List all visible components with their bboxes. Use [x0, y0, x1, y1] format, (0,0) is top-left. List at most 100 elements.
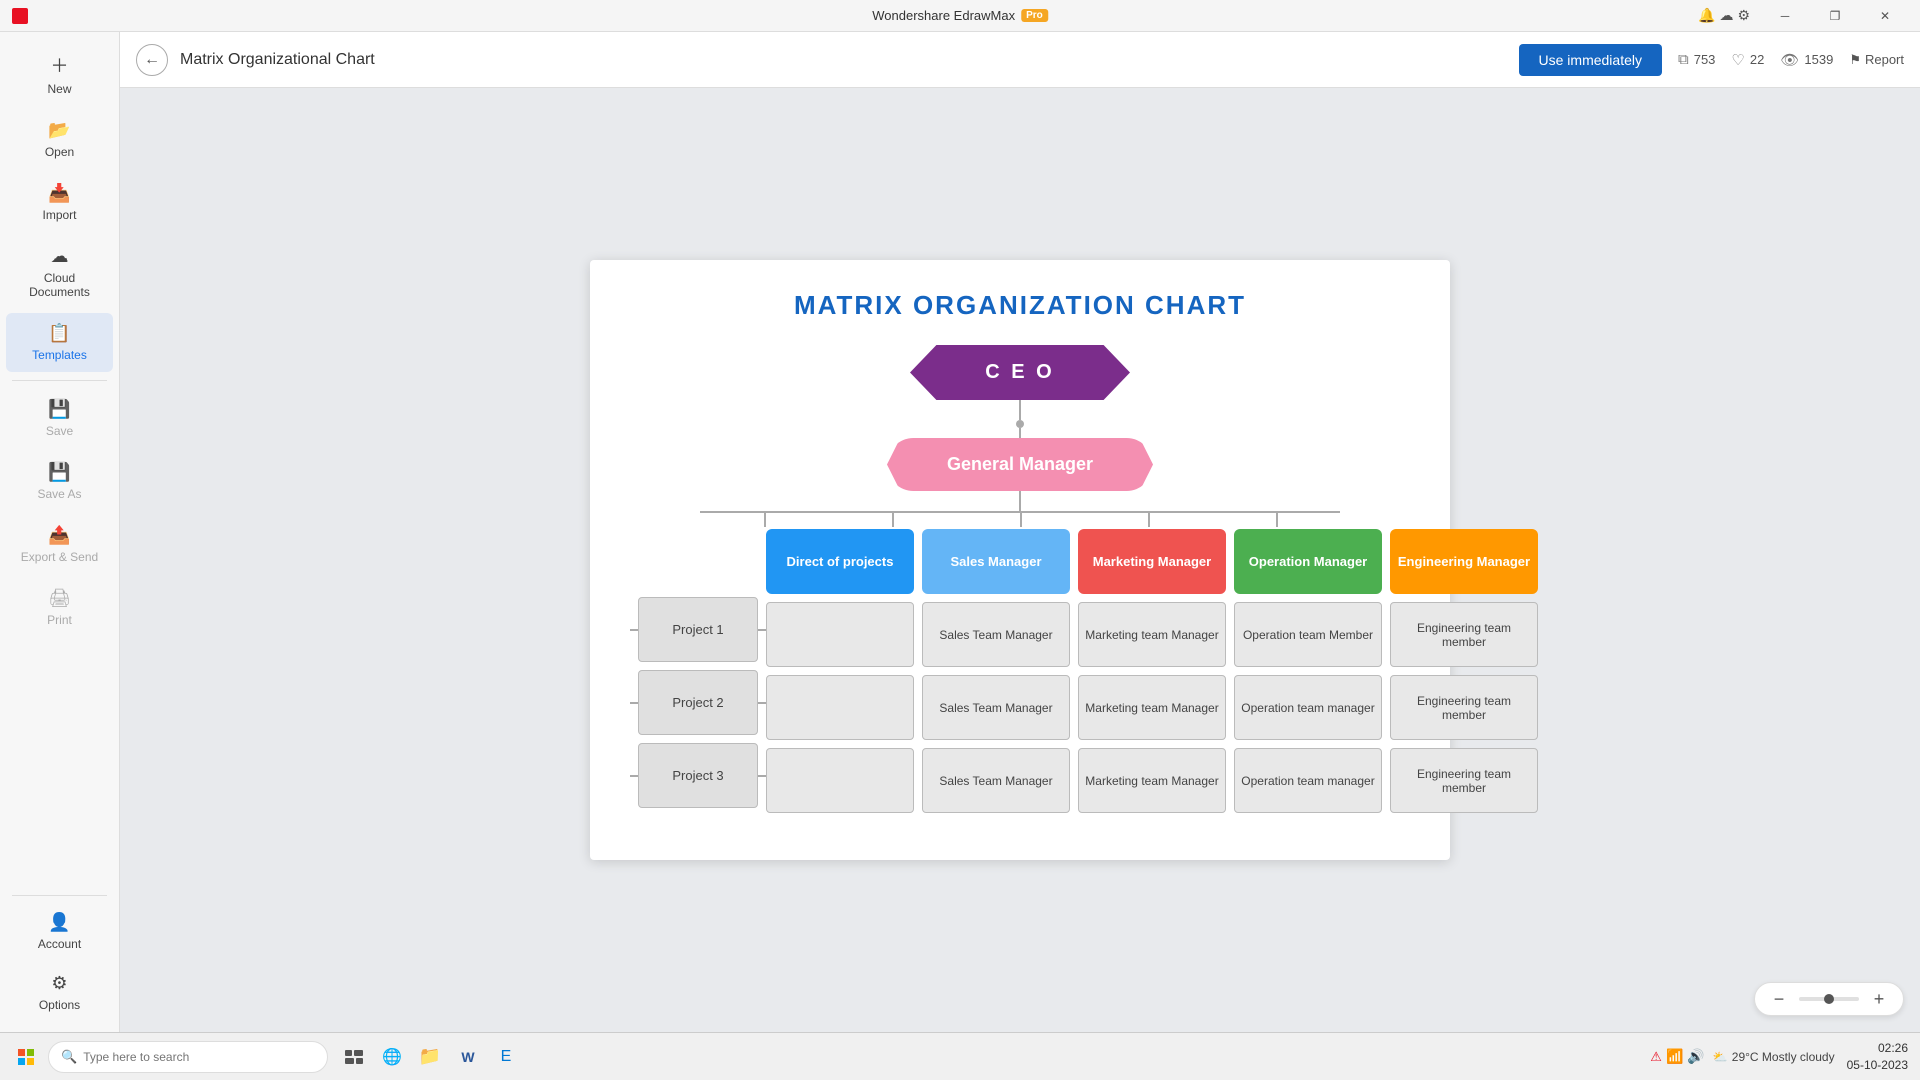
mgr-direct-projects: Direct of projects	[766, 529, 914, 594]
sidebar-item-templates[interactable]: 📋 Templates	[6, 313, 113, 372]
title-bar-controls: 🔔 ☁ ⚙ ─ ❐ ✕	[1698, 0, 1908, 32]
ceo-dot	[1016, 420, 1024, 428]
import-icon: 📥	[48, 183, 70, 204]
sidebar-label-new: New	[47, 82, 71, 96]
sidebar-label-open: Open	[45, 145, 74, 159]
canvas-area: MATRIX ORGANIZATION CHART C E O General …	[120, 88, 1920, 1032]
ceo-connector	[1019, 400, 1021, 420]
tick-2	[892, 511, 894, 527]
sidebar-label-saveas: Save As	[37, 487, 81, 501]
diagram-container: MATRIX ORGANIZATION CHART C E O General …	[590, 260, 1450, 860]
proj1-left-arrow	[630, 629, 638, 631]
minimize-button[interactable]: ─	[1762, 0, 1808, 32]
cell-r1-c0	[766, 602, 914, 667]
export-icon: 📤	[48, 525, 70, 546]
report-button[interactable]: ⚑ Report	[1849, 52, 1904, 68]
sidebar-label-save: Save	[46, 424, 73, 438]
taskview-button[interactable]	[336, 1039, 372, 1075]
back-button[interactable]: ←	[136, 44, 168, 76]
open-icon: 📂	[48, 120, 70, 141]
gm-box: General Manager	[887, 438, 1153, 491]
zoom-dot	[1824, 994, 1834, 1004]
sidebar-divider-2	[12, 895, 107, 896]
print-icon: 🖨	[48, 588, 71, 609]
edge-button[interactable]: E	[488, 1039, 524, 1075]
taskbar-search-box[interactable]: 🔍	[48, 1041, 328, 1073]
weather-icon: ⛅	[1713, 1050, 1728, 1064]
mgr-operation: Operation Manager	[1234, 529, 1382, 594]
sidebar-label-templates: Templates	[32, 348, 87, 362]
project-row-1: Project 1	[630, 597, 766, 662]
notification-icon[interactable]: 🔔	[1698, 7, 1715, 24]
data-row-2: Sales Team Manager Marketing team Manage…	[766, 675, 1538, 740]
date-display: 05-10-2023	[1847, 1057, 1908, 1074]
views-icon: 👁	[1780, 51, 1799, 69]
copies-stat: ⧉ 753	[1678, 51, 1715, 68]
title-bar: Wondershare EdrawMax Pro 🔔 ☁ ⚙ ─ ❐ ✕	[0, 0, 1920, 32]
sidebar-item-save: 💾 Save	[6, 389, 113, 448]
likes-icon: ♡	[1731, 51, 1744, 69]
cloud-docs-icon: ☁	[51, 246, 69, 267]
header-actions: Use immediately ⧉ 753 ♡ 22 👁 1539 ⚑ Repo…	[1519, 44, 1904, 76]
proj3-right-arrow	[758, 775, 766, 777]
projects-column: Project 1 Project 2 Project 3	[630, 597, 766, 816]
sidebar-item-import[interactable]: 📥 Import	[6, 173, 113, 232]
taskbar-tray: ⚠ 📶 🔊 ⛅ 29°C Mostly cloudy 02:26 05-10-2…	[1650, 1040, 1912, 1074]
diagram-title: Matrix Organizational Chart	[180, 51, 1507, 69]
proj1-right-arrow	[758, 629, 766, 631]
cell-r2-c1: Sales Team Manager	[922, 675, 1070, 740]
sidebar-item-print: 🖨 Print	[6, 578, 113, 637]
sidebar: ＋ New 📂 Open 📥 Import ☁ Cloud Documents …	[0, 32, 120, 1032]
cell-r2-c4: Engineering team member	[1390, 675, 1538, 740]
settings-icon[interactable]: ⚙	[1737, 7, 1750, 24]
files-button[interactable]: 📁	[412, 1039, 448, 1075]
views-count: 1539	[1804, 52, 1833, 67]
cell-r2-c0	[766, 675, 914, 740]
tray-volume-icon: 🔊	[1687, 1048, 1704, 1065]
cell-r3-c1: Sales Team Manager	[922, 748, 1070, 813]
gm-connector-bottom	[1019, 491, 1021, 511]
word-button[interactable]: W	[450, 1039, 486, 1075]
project-row-2: Project 2	[630, 670, 766, 735]
likes-stat: ♡ 22	[1731, 51, 1764, 69]
sidebar-item-options[interactable]: ⚙ Options	[6, 963, 113, 1022]
managers-row: Direct of projects Sales Manager Marketi…	[766, 529, 1538, 594]
sidebar-item-cloud[interactable]: ☁ Cloud Documents	[6, 236, 113, 309]
app-icon	[12, 8, 28, 24]
browser-button[interactable]: 🌐	[374, 1039, 410, 1075]
clock-display: 02:26 05-10-2023	[1843, 1040, 1912, 1074]
search-icon: 🔍	[61, 1049, 77, 1065]
mgr-engineering: Engineering Manager	[1390, 529, 1538, 594]
close-button[interactable]: ✕	[1862, 0, 1908, 32]
cloud-icon[interactable]: ☁	[1719, 7, 1733, 24]
cell-r2-c3: Operation team manager	[1234, 675, 1382, 740]
use-immediately-button[interactable]: Use immediately	[1519, 44, 1662, 76]
restore-button[interactable]: ❐	[1812, 0, 1858, 32]
sidebar-label-print: Print	[47, 613, 72, 627]
sidebar-item-new[interactable]: ＋ New	[6, 42, 113, 106]
cell-r2-c2: Marketing team Manager	[1078, 675, 1226, 740]
account-icon: 👤	[48, 912, 70, 933]
cell-r3-c3: Operation team manager	[1234, 748, 1382, 813]
sidebar-item-account[interactable]: 👤 Account	[6, 902, 113, 961]
report-icon: ⚑	[1849, 52, 1861, 68]
sidebar-item-open[interactable]: 📂 Open	[6, 110, 113, 169]
pro-badge: Pro	[1021, 9, 1048, 22]
search-input[interactable]	[83, 1050, 315, 1064]
start-button[interactable]	[8, 1039, 44, 1075]
data-row-3: Sales Team Manager Marketing team Manage…	[766, 748, 1538, 813]
copies-count: 753	[1694, 52, 1716, 67]
cell-r3-c2: Marketing team Manager	[1078, 748, 1226, 813]
project-3-box: Project 3	[638, 743, 758, 808]
likes-count: 22	[1750, 52, 1764, 67]
zoom-in-button[interactable]: +	[1867, 987, 1891, 1011]
zoom-out-button[interactable]: −	[1767, 987, 1791, 1011]
h-connector	[650, 511, 1390, 513]
cell-r1-c3: Operation team Member	[1234, 602, 1382, 667]
matrix-wrapper: C E O General Manager	[630, 345, 1410, 816]
app-name: Wondershare EdrawMax	[872, 8, 1015, 23]
cell-r3-c0	[766, 748, 914, 813]
top-section: C E O General Manager	[887, 345, 1153, 511]
sidebar-label-cloud: Cloud Documents	[14, 271, 105, 299]
chart-title: MATRIX ORGANIZATION CHART	[794, 290, 1246, 321]
